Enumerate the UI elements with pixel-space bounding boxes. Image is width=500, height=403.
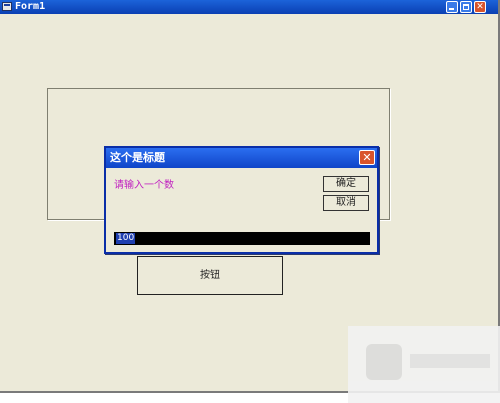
maximize-icon[interactable]: [460, 1, 472, 13]
dialog-titlebar[interactable]: 这个是标题 ✕: [106, 148, 377, 168]
input-value: 100: [116, 233, 136, 244]
close-icon[interactable]: ✕: [474, 1, 486, 13]
dialog-title: 这个是标题: [110, 151, 165, 164]
window-titlebar[interactable]: Form1 ✕: [0, 0, 498, 14]
form-app-icon[interactable]: [2, 2, 12, 11]
dialog-prompt: 请输入一个数: [114, 180, 174, 191]
watermark-logo: [348, 326, 500, 403]
window-title: Form1: [15, 1, 46, 12]
number-input[interactable]: 100: [114, 232, 370, 245]
input-dialog: 这个是标题 ✕ 请输入一个数 确定 取消 100: [104, 146, 379, 254]
dialog-close-icon[interactable]: ✕: [359, 150, 375, 165]
form-button[interactable]: 按钮: [137, 256, 283, 295]
cancel-button[interactable]: 取消: [323, 195, 369, 211]
minimize-icon[interactable]: [446, 1, 458, 13]
ok-button[interactable]: 确定: [323, 176, 369, 192]
